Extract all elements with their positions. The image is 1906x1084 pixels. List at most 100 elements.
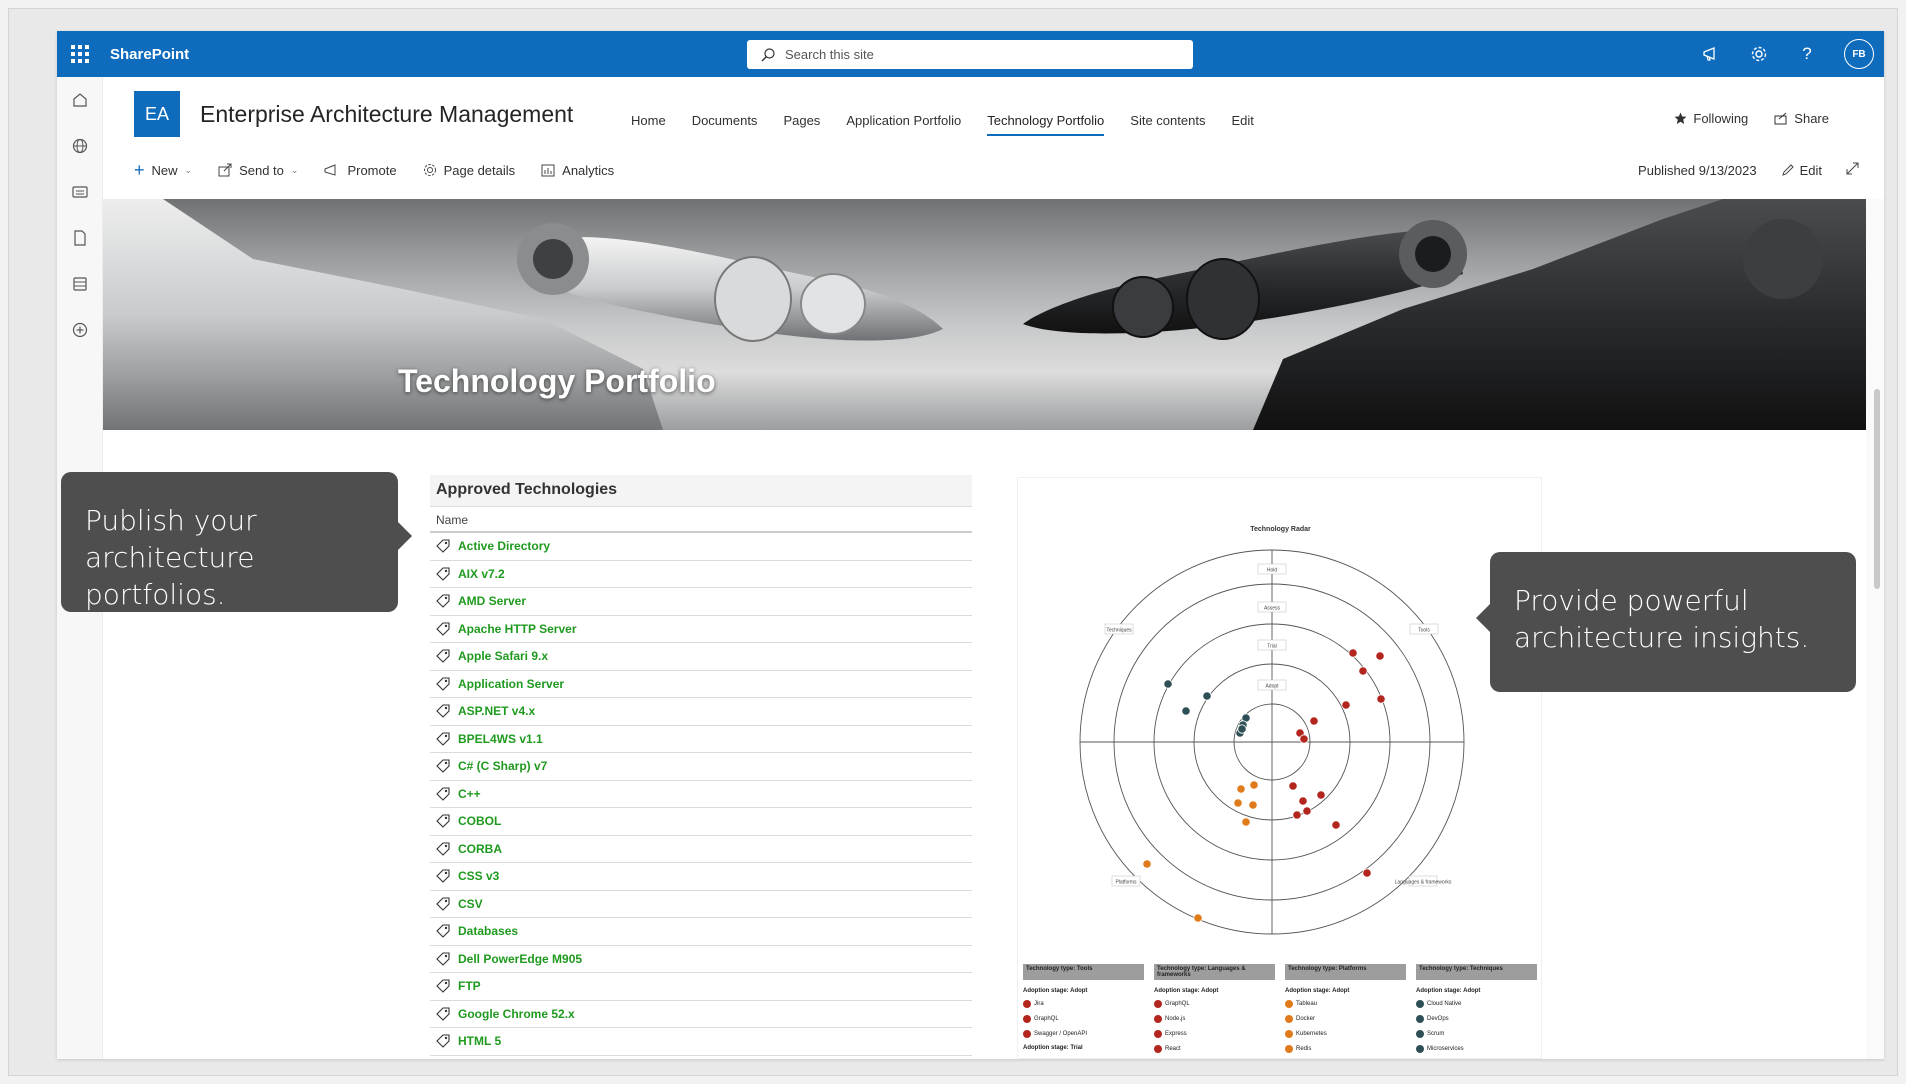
legend-item[interactable]: React bbox=[1154, 1045, 1275, 1053]
radar-blip[interactable] bbox=[1358, 666, 1368, 676]
avatar[interactable]: FB bbox=[1844, 39, 1874, 69]
add-circle-icon[interactable] bbox=[57, 307, 103, 353]
nav-application-portfolio[interactable]: Application Portfolio bbox=[833, 112, 974, 136]
radar-blip[interactable] bbox=[1202, 691, 1212, 701]
list-item-link[interactable]: BPEL4WS v1.1 bbox=[458, 732, 543, 746]
list-item-link[interactable]: COBOL bbox=[458, 814, 501, 828]
page-details-button[interactable]: Page details bbox=[423, 160, 515, 181]
radar-blip[interactable] bbox=[1233, 798, 1243, 808]
radar-blip[interactable] bbox=[1248, 800, 1258, 810]
news-icon[interactable] bbox=[57, 169, 103, 215]
list-item-link[interactable]: Active Directory bbox=[458, 539, 550, 553]
edit-button[interactable]: Edit bbox=[1781, 163, 1822, 178]
radar-blip[interactable] bbox=[1376, 694, 1386, 704]
legend-item[interactable]: Node.js bbox=[1154, 1015, 1275, 1023]
send-to-button[interactable]: Send to ⌄ bbox=[218, 160, 298, 181]
legend-item[interactable]: Kubernetes bbox=[1285, 1030, 1406, 1038]
list-item-link[interactable]: AMD Server bbox=[458, 594, 526, 608]
list-item[interactable]: BPEL4WS v1.1 bbox=[430, 726, 972, 753]
list-item-link[interactable]: ASP.NET v4.x bbox=[458, 704, 535, 718]
list-item[interactable]: Databases bbox=[430, 918, 972, 946]
legend-item[interactable]: Scrum bbox=[1416, 1030, 1537, 1038]
site-title[interactable]: Enterprise Architecture Management bbox=[200, 101, 573, 128]
radar-blip[interactable] bbox=[1237, 724, 1247, 734]
list-item[interactable]: Dell PowerEdge M905 bbox=[430, 946, 972, 973]
radar-blip[interactable] bbox=[1316, 790, 1326, 800]
nav-home[interactable]: Home bbox=[618, 112, 679, 136]
globe-icon[interactable] bbox=[57, 123, 103, 169]
legend-item[interactable]: Docker bbox=[1285, 1015, 1406, 1023]
list-item[interactable]: Application Server bbox=[430, 671, 972, 698]
radar-blip[interactable] bbox=[1142, 859, 1152, 869]
nav-documents[interactable]: Documents bbox=[679, 112, 771, 136]
list-item[interactable]: Active Directory bbox=[430, 533, 972, 561]
legend-item[interactable]: GraphQL bbox=[1154, 1000, 1275, 1008]
radar-blip[interactable] bbox=[1241, 817, 1251, 827]
document-icon[interactable] bbox=[57, 215, 103, 261]
site-logo[interactable]: EA bbox=[134, 91, 180, 137]
list-item-link[interactable]: CSS v3 bbox=[458, 869, 499, 883]
list-item-link[interactable]: Databases bbox=[458, 924, 518, 938]
app-launcher-button[interactable] bbox=[57, 31, 103, 77]
radar-blip[interactable] bbox=[1288, 781, 1298, 791]
list-item[interactable]: AMD Server bbox=[430, 588, 972, 616]
list-item-link[interactable]: CORBA bbox=[458, 842, 502, 856]
list-item[interactable]: C# (C Sharp) v7 bbox=[430, 753, 972, 781]
radar-blip[interactable] bbox=[1362, 868, 1372, 878]
gear-icon[interactable] bbox=[1748, 43, 1770, 65]
help-icon[interactable]: ? bbox=[1796, 43, 1818, 65]
radar-blip[interactable] bbox=[1348, 648, 1358, 658]
scrollbar-thumb[interactable] bbox=[1874, 389, 1880, 589]
list-item[interactable]: CSV bbox=[430, 891, 972, 918]
radar-blip[interactable] bbox=[1236, 784, 1246, 794]
legend-item[interactable]: Jira bbox=[1023, 1000, 1144, 1008]
nav-pages[interactable]: Pages bbox=[770, 112, 833, 136]
radar-blip[interactable] bbox=[1331, 820, 1341, 830]
list-item-link[interactable]: FTP bbox=[458, 979, 481, 993]
radar-blip[interactable] bbox=[1302, 806, 1312, 816]
analytics-button[interactable]: Analytics bbox=[541, 160, 614, 181]
list-item[interactable]: FTP bbox=[430, 973, 972, 1001]
radar-blip[interactable] bbox=[1341, 700, 1351, 710]
legend-item[interactable]: Swagger / OpenAPI bbox=[1023, 1030, 1144, 1038]
radar-blip[interactable] bbox=[1299, 734, 1309, 744]
legend-item[interactable]: GraphQL bbox=[1023, 1015, 1144, 1023]
list-item[interactable]: COBOL bbox=[430, 808, 972, 836]
legend-item[interactable]: Tableau bbox=[1285, 1000, 1406, 1008]
list-item[interactable]: Apple Safari 9.x bbox=[430, 643, 972, 671]
column-header-name[interactable]: Name bbox=[430, 507, 972, 533]
list-item-link[interactable]: Apple Safari 9.x bbox=[458, 649, 548, 663]
list-item-link[interactable]: Application Server bbox=[458, 677, 564, 691]
list-item[interactable]: ASP.NET v4.x bbox=[430, 698, 972, 726]
expand-icon[interactable] bbox=[1846, 162, 1859, 178]
legend-item[interactable]: Redis bbox=[1285, 1045, 1406, 1053]
legend-item[interactable]: Express bbox=[1154, 1030, 1275, 1038]
legend-item[interactable]: Microservices bbox=[1416, 1045, 1537, 1053]
search-input[interactable]: Search this site bbox=[747, 40, 1193, 69]
list-item[interactable]: C++ bbox=[430, 781, 972, 808]
list-item[interactable]: AIX v7.2 bbox=[430, 561, 972, 588]
list-item-link[interactable]: Dell PowerEdge M905 bbox=[458, 952, 582, 966]
list-item[interactable]: Apache HTTP Server bbox=[430, 616, 972, 643]
list-item-link[interactable]: HTML 5 bbox=[458, 1034, 501, 1048]
legend-item[interactable]: DevOps bbox=[1416, 1015, 1537, 1023]
list-item-link[interactable]: Apache HTTP Server bbox=[458, 622, 577, 636]
list-item[interactable]: CORBA bbox=[430, 836, 972, 863]
lists-icon[interactable] bbox=[57, 261, 103, 307]
radar-blip[interactable] bbox=[1193, 913, 1203, 923]
home-icon[interactable] bbox=[57, 77, 103, 123]
radar-blip[interactable] bbox=[1298, 796, 1308, 806]
brand-name[interactable]: SharePoint bbox=[110, 46, 189, 63]
list-item-link[interactable]: C# (C Sharp) v7 bbox=[458, 759, 547, 773]
nav-edit[interactable]: Edit bbox=[1218, 112, 1266, 136]
share-button[interactable]: Share bbox=[1774, 111, 1829, 126]
scrollbar-track[interactable] bbox=[1866, 199, 1884, 1059]
nav-technology-portfolio[interactable]: Technology Portfolio bbox=[974, 112, 1117, 136]
legend-item[interactable]: Cloud Native bbox=[1416, 1000, 1537, 1008]
list-item[interactable]: Google Chrome 52.x bbox=[430, 1001, 972, 1028]
megaphone-icon[interactable] bbox=[1700, 43, 1722, 65]
radar-blip[interactable] bbox=[1249, 780, 1259, 790]
radar-blip[interactable] bbox=[1181, 706, 1191, 716]
radar-blip[interactable] bbox=[1309, 716, 1319, 726]
following-button[interactable]: Following bbox=[1674, 111, 1748, 126]
